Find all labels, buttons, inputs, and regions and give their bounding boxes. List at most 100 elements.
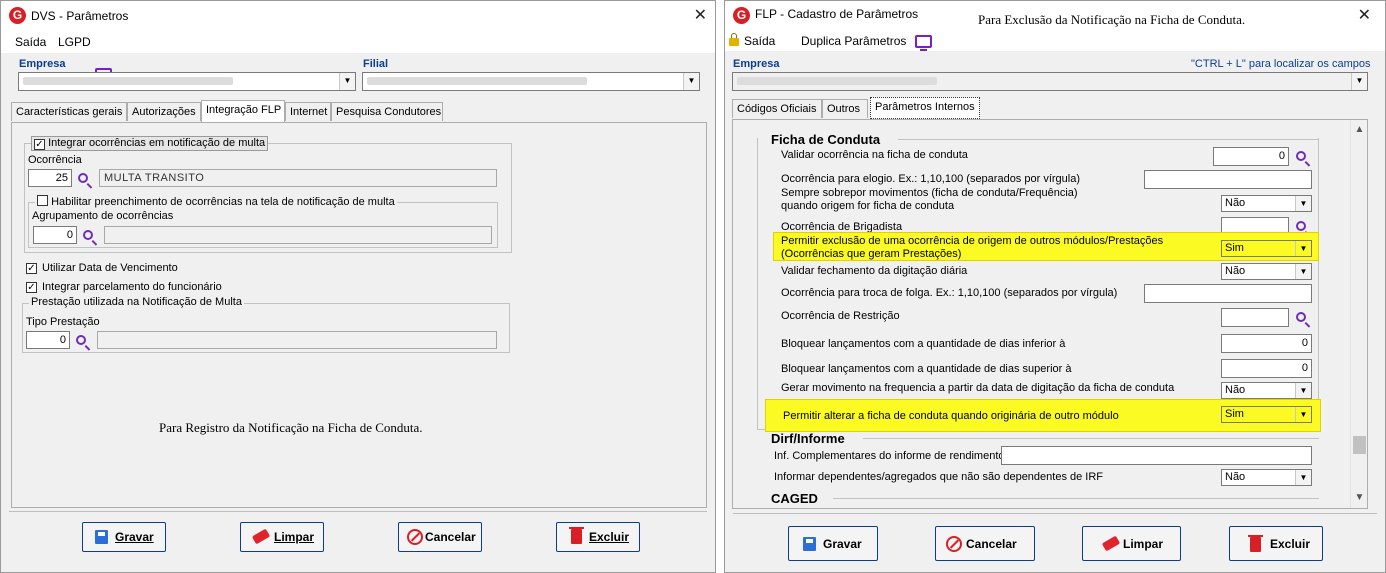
save-icon <box>803 537 816 551</box>
redacted-text <box>23 77 233 85</box>
sobrepor-label-line1: Sempre sobrepor movimentos (ficha de con… <box>781 187 1078 199</box>
utilizar-data-checkbox[interactable]: ✓ <box>26 263 37 274</box>
filial-label: Filial <box>363 58 389 70</box>
filial-select[interactable]: ▼ <box>362 72 700 91</box>
inf-complementares-input[interactable] <box>1001 446 1312 465</box>
chevron-down-icon[interactable]: ▼ <box>1351 73 1367 90</box>
integrar-group: ✓ Integrar ocorrências em notificação de… <box>24 136 512 253</box>
permitir-exclusao-select[interactable]: Sim ▼ <box>1221 240 1312 257</box>
window-title: DVS - Parâmetros <box>31 9 129 23</box>
integrar-multa-checkbox[interactable]: ✓ <box>34 139 45 150</box>
gerar-movimento-select[interactable]: Não ▼ <box>1221 382 1312 399</box>
chevron-down-icon[interactable]: ▼ <box>339 73 355 90</box>
chevron-down-icon[interactable]: ▼ <box>1295 196 1311 211</box>
scrollbar-thumb[interactable] <box>1353 436 1366 454</box>
close-icon[interactable]: ✕ <box>694 5 707 25</box>
prestacao-group: Prestação utilizada na Notificação de Mu… <box>22 296 510 353</box>
window-title: FLP - Cadastro de Parâmetros <box>755 7 919 21</box>
close-icon[interactable]: ✕ <box>1358 5 1371 25</box>
chevron-down-icon[interactable]: ▼ <box>1351 492 1367 503</box>
sobrepor-select[interactable]: Não ▼ <box>1221 195 1312 212</box>
chevron-down-icon[interactable]: ▼ <box>1295 470 1311 485</box>
agrupamento-label: Agrupamento de ocorrências <box>32 210 174 222</box>
gravar-button[interactable]: Gravar <box>82 522 166 552</box>
limpar-button[interactable]: Limpar <box>1082 526 1181 561</box>
excluir-button[interactable]: Excluir <box>556 522 640 552</box>
tab-strip: Códigos Oficiais Outros Parâmetros Inter… <box>732 97 1372 119</box>
chevron-down-icon[interactable]: ▼ <box>683 73 699 90</box>
tipo-prestacao-input[interactable]: 0 <box>26 331 70 349</box>
habilitar-group-title: Habilitar preenchimento de ocorrências n… <box>35 195 397 208</box>
bloquear-superior-input[interactable]: 0 <box>1221 359 1312 378</box>
habilitar-checkbox[interactable] <box>37 195 48 206</box>
permitir-alterar-select[interactable]: Sim ▼ <box>1221 406 1312 423</box>
validar-fechamento-value: Não <box>1225 265 1246 277</box>
agrupamento-input[interactable]: 0 <box>33 226 77 244</box>
search-icon[interactable] <box>1296 312 1306 322</box>
cancelar-label: Cancelar <box>966 537 1017 551</box>
empresa-select[interactable]: ▼ <box>18 72 356 91</box>
flp-cadastro-parametros-window: G FLP - Cadastro de Parâmetros Para Excl… <box>724 0 1386 573</box>
search-icon[interactable] <box>78 173 88 183</box>
menu-lgpd[interactable]: LGPD <box>58 35 91 49</box>
menu-saida[interactable]: Saída <box>15 35 46 49</box>
chevron-down-icon[interactable]: ▼ <box>1295 407 1311 422</box>
tab-codigos-oficiais[interactable]: Códigos Oficiais <box>732 99 822 118</box>
empresa-label: Empresa <box>733 58 780 70</box>
search-icon[interactable] <box>1296 221 1306 231</box>
gerar-movimento-value: Não <box>1225 384 1246 396</box>
agrupamento-description <box>104 226 492 244</box>
integrar-parcelamento-checkbox[interactable]: ✓ <box>26 282 37 293</box>
excluir-button[interactable]: Excluir <box>1229 526 1323 561</box>
cancelar-button[interactable]: Cancelar <box>398 522 482 552</box>
validar-fechamento-select[interactable]: Não ▼ <box>1221 263 1312 280</box>
tab-outros[interactable]: Outros <box>822 99 868 118</box>
validar-ocorrencia-input[interactable]: 0 <box>1213 147 1289 166</box>
chevron-up-icon[interactable]: ▲ <box>1351 124 1367 135</box>
annotation-note: Para Exclusão da Notificação na Ficha de… <box>978 12 1246 27</box>
restricao-input[interactable] <box>1221 308 1289 327</box>
tab-internet[interactable]: Internet <box>285 102 331 121</box>
search-icon[interactable] <box>83 230 93 240</box>
chevron-down-icon[interactable]: ▼ <box>1295 264 1311 279</box>
sobrepor-label-line2: quando origem for ficha de conduta <box>781 200 955 212</box>
informar-dependentes-value: Não <box>1225 471 1246 483</box>
empresa-select[interactable]: ▼ <box>732 72 1368 91</box>
tab-pesquisa-condutores[interactable]: Pesquisa Condutores <box>331 102 443 121</box>
menu-saida[interactable]: Saída <box>744 34 775 48</box>
cancelar-button[interactable]: Cancelar <box>935 526 1035 561</box>
eraser-icon <box>1101 535 1121 552</box>
cancelar-label: Cancelar <box>425 530 476 544</box>
redacted-text <box>367 77 587 85</box>
ocorrencia-input[interactable]: 25 <box>28 169 72 187</box>
bloquear-inferior-input[interactable]: 0 <box>1221 334 1312 353</box>
tab-panel: ✓ Integrar ocorrências em notificação de… <box>11 122 707 508</box>
gravar-button[interactable]: Gravar <box>788 526 878 561</box>
tipo-prestacao-label: Tipo Prestação <box>26 316 100 328</box>
permitir-exclusao-label-line2: (Ocorrências que geram Prestações) <box>781 248 962 260</box>
trash-icon <box>569 527 584 544</box>
monitor-icon[interactable] <box>915 35 932 51</box>
tab-autorizacoes[interactable]: Autorizações <box>127 102 201 121</box>
vertical-scrollbar[interactable]: ▲ ▼ <box>1350 120 1367 508</box>
limpar-button[interactable]: Limpar <box>240 522 324 552</box>
search-icon[interactable] <box>76 335 86 345</box>
elogio-input[interactable] <box>1144 170 1312 189</box>
chevron-down-icon[interactable]: ▼ <box>1295 383 1311 398</box>
gravar-label: Gravar <box>115 530 154 544</box>
section-divider <box>898 139 1318 140</box>
app-logo-icon: G <box>9 7 26 24</box>
tab-parametros-internos[interactable]: Parâmetros Internos <box>870 97 980 119</box>
troca-folga-label: Ocorrência para troca de folga. Ex.: 1,1… <box>781 287 1118 299</box>
excluir-label: Excluir <box>589 530 630 544</box>
permitir-exclusao-value: Sim <box>1225 242 1244 254</box>
troca-folga-input[interactable] <box>1144 284 1312 303</box>
trash-icon <box>1248 535 1263 552</box>
tab-integracao-flp[interactable]: Integração FLP <box>201 100 285 122</box>
title-bar: G FLP - Cadastro de Parâmetros Para Excl… <box>725 1 1385 31</box>
menu-duplica-parametros[interactable]: Duplica Parâmetros <box>801 34 906 48</box>
informar-dependentes-select[interactable]: Não ▼ <box>1221 469 1312 486</box>
search-icon[interactable] <box>1296 151 1306 161</box>
chevron-down-icon[interactable]: ▼ <box>1295 241 1311 256</box>
tab-caracteristicas-gerais[interactable]: Características gerais <box>11 102 127 121</box>
